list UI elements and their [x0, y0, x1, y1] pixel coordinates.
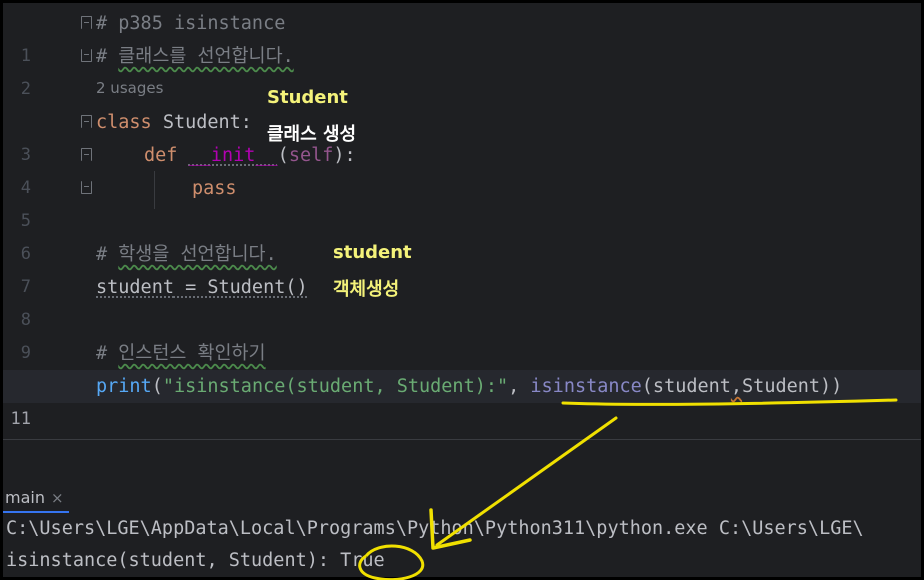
keyword: def	[144, 145, 178, 166]
code-line-10[interactable]: 10 # 인스턴스 확인하기	[3, 337, 921, 396]
code-line-4[interactable]: 4 def __init__(self):	[3, 139, 921, 198]
fold-marker-icon[interactable]	[81, 49, 92, 62]
code-text: # 클래스를 선언합니다.	[96, 40, 294, 73]
comma: ,	[508, 376, 531, 397]
function-name: print	[96, 376, 152, 397]
comment-hash: #	[96, 244, 119, 265]
panel-divider[interactable]	[3, 439, 921, 440]
line-number: 2	[20, 79, 31, 99]
code-line-5[interactable]: 5 pass	[3, 172, 921, 231]
string-literal: "isinstance(student, Student):"	[162, 376, 509, 397]
annotation-object-desc: 객체생성	[333, 279, 400, 300]
annotation-object-title: student	[333, 242, 412, 263]
code-line-11[interactable]: 11 print("isinstance(student, Student):"…	[3, 370, 921, 429]
self-param: self	[288, 145, 334, 166]
run-panel-header: main ×	[3, 483, 921, 513]
comment-hash: #	[96, 46, 119, 67]
code-line-9[interactable]: 9	[3, 304, 921, 363]
code-text: print("isinstance(student, Student):", i…	[96, 370, 842, 403]
code-line-2[interactable]: 2 # 클래스를 선언합니다.	[3, 40, 921, 99]
code-line-1[interactable]: 1 # p385 isinstance	[3, 7, 921, 66]
comma: ,	[730, 376, 743, 397]
comment-text: 클래스를 선언합니다.	[118, 46, 294, 67]
code-line-7[interactable]: 7 # 학생을 선언합니다.	[3, 238, 921, 297]
run-tab-label: main	[5, 488, 45, 507]
run-tab-main[interactable]: main ×	[5, 483, 64, 513]
comment-hash: #	[96, 343, 119, 364]
keyword: class	[96, 112, 152, 133]
paren: (	[277, 145, 289, 166]
method-name: __init__	[188, 145, 278, 166]
fold-marker-icon[interactable]	[81, 148, 92, 161]
class-name: Student:	[151, 112, 252, 133]
console-line: C:\Users\LGE\AppData\Local\Programs\Pyth…	[6, 518, 864, 539]
code-line-6[interactable]: 6	[3, 205, 921, 264]
arguments: (student	[641, 376, 731, 397]
code-editor[interactable]: 1 # p385 isinstance 2 # 클래스를 선언합니다. 2 us…	[3, 3, 921, 439]
code-text: class Student:	[96, 106, 252, 139]
console-text: isinstance(student, Student):	[6, 550, 341, 571]
close-icon[interactable]: ×	[51, 489, 64, 507]
code-text: # 인스턴스 확인하기	[96, 337, 266, 370]
code-line-3[interactable]: 3 class Student:	[3, 106, 921, 165]
builtin-function: isinstance	[530, 376, 642, 397]
code-text: pass	[192, 178, 237, 199]
ide-window: 1 # p385 isinstance 2 # 클래스를 선언합니다. 2 us…	[3, 3, 921, 577]
fold-marker-icon[interactable]	[81, 16, 92, 29]
assignment: = Student()	[173, 277, 308, 298]
comment-text: 학생을 선언합니다.	[118, 244, 277, 265]
paren: (	[151, 376, 163, 397]
annotation-class-desc: 클래스 생성	[267, 124, 357, 145]
code-text: # p385 isinstance	[96, 13, 286, 34]
indent-guide	[154, 171, 155, 209]
variable: student	[96, 277, 174, 298]
usage-hint[interactable]: 2 usages	[96, 79, 163, 97]
run-console-output[interactable]: C:\Users\LGE\AppData\Local\Programs\Pyth…	[3, 513, 921, 577]
comment-text: 인스턴스 확인하기	[118, 343, 266, 364]
console-line: isinstance(student, Student): True	[6, 545, 385, 577]
arguments: Student))	[742, 376, 843, 397]
code-text: student = Student()	[96, 271, 308, 304]
annotation-class-title: Student	[267, 87, 348, 108]
line-number: 11	[10, 409, 31, 429]
code-text: # 학생을 선언합니다.	[96, 238, 277, 271]
console-result: True	[340, 550, 385, 571]
paren: ):	[333, 145, 356, 166]
fold-marker-icon[interactable]	[81, 181, 92, 194]
code-line-8[interactable]: 8 student = Student()	[3, 271, 921, 330]
fold-marker-icon[interactable]	[81, 115, 92, 128]
